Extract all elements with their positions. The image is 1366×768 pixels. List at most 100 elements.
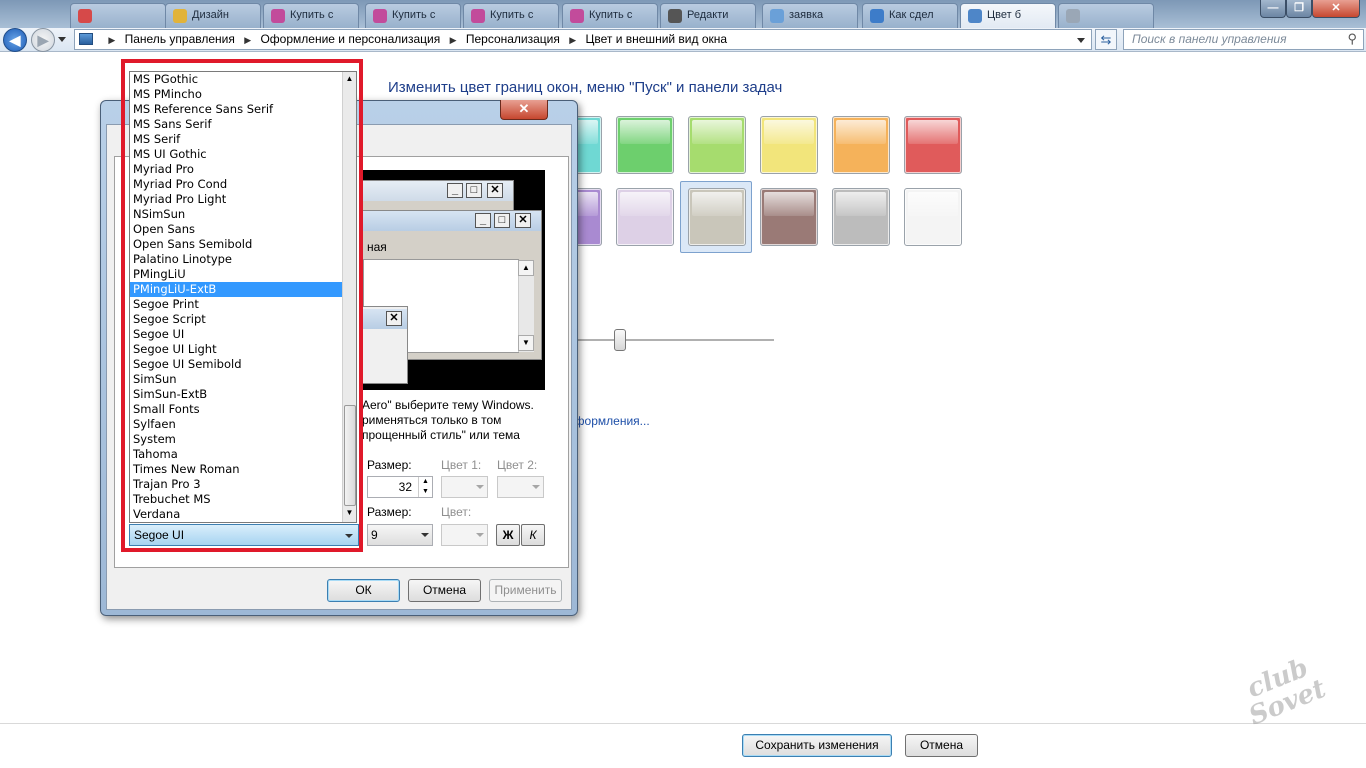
color2-label: Цвет 2: bbox=[497, 458, 538, 472]
breadcrumb-separator-icon: ▶ bbox=[108, 35, 116, 45]
browser-tab[interactable]: заявка bbox=[762, 3, 858, 28]
tab-label: Купить с bbox=[392, 9, 436, 21]
watermark-logo: club Sovet bbox=[1243, 652, 1331, 732]
history-dropdown-icon[interactable] bbox=[58, 37, 66, 42]
forward-arrow-icon: ▶ bbox=[37, 32, 49, 48]
color-intensity-thumb[interactable] bbox=[613, 329, 626, 351]
italic-button[interactable]: К bbox=[521, 524, 545, 546]
preview-close-icon: ✕ bbox=[515, 213, 531, 228]
advanced-appearance-link[interactable]: оформления... bbox=[568, 414, 650, 428]
preview-maximize-icon: □ bbox=[466, 183, 482, 198]
browser-tab-strip: Дизайн Купить с Купить с Купить с Купить с Ре… bbox=[0, 0, 1366, 28]
save-changes-button[interactable]: Сохранить изменения bbox=[742, 734, 892, 757]
refresh-icon: ⇆ bbox=[1100, 32, 1112, 47]
preview-menu-text: ная bbox=[367, 240, 387, 254]
close-icon: ✕ bbox=[518, 101, 530, 116]
preview-minimize-icon: _ bbox=[447, 183, 463, 198]
ok-button[interactable]: ОК bbox=[327, 579, 400, 602]
preview-close-icon: ✕ bbox=[386, 311, 402, 326]
tab-label: Цвет б bbox=[987, 9, 1022, 21]
browser-tab[interactable] bbox=[1058, 3, 1154, 28]
breadcrumb-item-appearance[interactable]: Оформление и персонализация bbox=[260, 30, 440, 49]
control-panel-icon bbox=[79, 33, 93, 45]
color-swatch[interactable] bbox=[616, 116, 674, 174]
color-swatch[interactable] bbox=[760, 188, 818, 246]
minimize-button[interactable]: — bbox=[1260, 0, 1286, 18]
preview-message-box: ✕ bbox=[362, 306, 408, 384]
cancel-button[interactable]: Отмена bbox=[905, 734, 978, 757]
chevron-down-icon bbox=[532, 485, 540, 489]
dialog-description: Aero" выберите тему Windows. рименяться … bbox=[362, 398, 534, 442]
page-title: Изменить цвет границ окон, меню "Пуск" и… bbox=[388, 79, 783, 96]
color-swatch[interactable] bbox=[688, 116, 746, 174]
color-swatch[interactable] bbox=[616, 188, 674, 246]
size-label: Размер: bbox=[367, 458, 412, 472]
tab-favicon-icon bbox=[668, 9, 682, 23]
preview-maximize-icon: □ bbox=[494, 213, 510, 228]
bold-button[interactable]: Ж bbox=[496, 524, 520, 546]
color-swatch[interactable] bbox=[832, 188, 890, 246]
scroll-up-icon: ▲ bbox=[518, 260, 534, 276]
apply-button[interactable]: Применить bbox=[489, 579, 562, 602]
font-size-dropdown[interactable]: 9 bbox=[367, 524, 433, 546]
browser-tab[interactable]: Дизайн bbox=[165, 3, 261, 28]
back-button[interactable]: ◀ bbox=[3, 28, 27, 52]
preview-close-icon: ✕ bbox=[487, 183, 503, 198]
maximize-button[interactable]: ❐ bbox=[1286, 0, 1312, 18]
tab-label: Купить с bbox=[589, 9, 633, 21]
tab-favicon-icon bbox=[78, 9, 92, 23]
tab-label: Редакти bbox=[687, 9, 729, 21]
font-color-dropdown[interactable] bbox=[441, 524, 488, 546]
browser-tab[interactable]: Редакти bbox=[660, 3, 756, 28]
tab-label: заявка bbox=[789, 9, 824, 21]
search-placeholder: Поиск в панели управления bbox=[1132, 32, 1287, 46]
tab-favicon-icon bbox=[1066, 9, 1080, 23]
chevron-down-icon bbox=[476, 533, 484, 537]
scroll-down-icon: ▼ bbox=[518, 335, 534, 351]
address-bar: ◀ ▶ ▶ Панель управления ▶ Оформление и п… bbox=[0, 28, 1366, 52]
tab-favicon-icon bbox=[271, 9, 285, 23]
forward-button[interactable]: ▶ bbox=[31, 28, 55, 52]
tab-favicon-icon bbox=[570, 9, 584, 23]
browser-tab[interactable]: Купить с bbox=[562, 3, 658, 28]
address-dropdown-icon[interactable] bbox=[1077, 38, 1085, 43]
tab-favicon-icon bbox=[173, 9, 187, 23]
stepper-up-icon[interactable]: ▲ bbox=[418, 477, 432, 487]
refresh-button[interactable]: ⇆ bbox=[1095, 29, 1117, 50]
search-icon: ⚲ bbox=[1347, 31, 1357, 46]
browser-tab[interactable]: Купить с bbox=[463, 3, 559, 28]
back-arrow-icon: ◀ bbox=[9, 32, 21, 48]
element-size-stepper[interactable]: 32 ▲ ▼ bbox=[367, 476, 433, 498]
annotation-highlight-box bbox=[121, 59, 363, 552]
breadcrumb[interactable]: ▶ Панель управления ▶ Оформление и персо… bbox=[74, 29, 1092, 50]
breadcrumb-separator-icon: ▶ bbox=[449, 35, 457, 45]
tab-favicon-icon bbox=[373, 9, 387, 23]
tab-favicon-icon bbox=[870, 9, 884, 23]
color2-dropdown[interactable] bbox=[497, 476, 544, 498]
breadcrumb-separator-icon: ▶ bbox=[569, 35, 577, 45]
browser-tab[interactable]: Цвет б bbox=[960, 3, 1056, 28]
dialog-close-button[interactable]: ✕ bbox=[500, 100, 548, 120]
stepper-down-icon[interactable]: ▼ bbox=[418, 487, 432, 497]
browser-tab[interactable]: Купить с bbox=[263, 3, 359, 28]
color-swatch[interactable] bbox=[688, 188, 746, 246]
dialog-cancel-button[interactable]: Отмена bbox=[408, 579, 481, 602]
close-button[interactable]: ✕ bbox=[1312, 0, 1360, 18]
font-color-label: Цвет: bbox=[441, 505, 472, 519]
tab-favicon-icon bbox=[471, 9, 485, 23]
breadcrumb-item-control-panel[interactable]: Панель управления bbox=[125, 30, 235, 49]
size-value: 32 bbox=[398, 480, 412, 494]
color-swatch[interactable] bbox=[832, 116, 890, 174]
color-swatch[interactable] bbox=[904, 188, 962, 246]
search-input[interactable]: Поиск в панели управления ⚲ bbox=[1123, 29, 1364, 50]
browser-tab[interactable]: Как сдел bbox=[862, 3, 958, 28]
color-swatch[interactable] bbox=[904, 116, 962, 174]
browser-tab[interactable]: Купить с bbox=[365, 3, 461, 28]
breadcrumb-item-window-color[interactable]: Цвет и внешний вид окна bbox=[586, 30, 728, 49]
color-intensity-slider[interactable] bbox=[576, 339, 774, 341]
color-swatch[interactable] bbox=[760, 116, 818, 174]
tab-label: Купить с bbox=[490, 9, 534, 21]
breadcrumb-item-personalization[interactable]: Персонализация bbox=[466, 30, 560, 49]
color1-dropdown[interactable] bbox=[441, 476, 488, 498]
browser-tab[interactable] bbox=[70, 3, 166, 28]
